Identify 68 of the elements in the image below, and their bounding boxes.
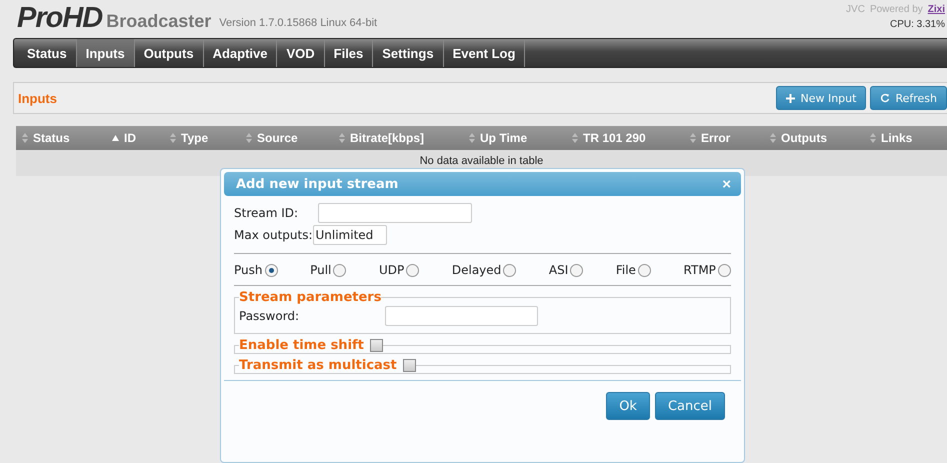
field-label: Password: <box>239 309 300 323</box>
new-input-button[interactable]: New Input <box>776 86 866 110</box>
nav-tab[interactable]: Inputs <box>76 39 135 67</box>
nav-tab[interactable]: Outputs <box>134 39 204 67</box>
radio-button[interactable] <box>406 264 420 276</box>
close-button[interactable]: × <box>722 176 731 192</box>
sort-ascending-icon[interactable] <box>112 135 119 141</box>
radio-button[interactable] <box>264 264 278 276</box>
nav-tab[interactable]: Adaptive <box>204 39 278 67</box>
column-header[interactable]: Links <box>881 131 912 145</box>
nav-tab[interactable]: Event Log <box>444 39 526 67</box>
column-header[interactable]: TR 101 290 <box>583 131 646 145</box>
refresh-button[interactable]: Refresh <box>870 86 947 110</box>
group-legend: Stream parameters <box>239 290 382 305</box>
cpu-usage: CPU: 3.31% <box>890 19 945 30</box>
radio-label: Push <box>234 263 262 277</box>
ok-button[interactable]: Ok <box>606 392 650 420</box>
nav-tab[interactable]: Settings <box>373 39 444 67</box>
radio-button[interactable] <box>570 264 584 276</box>
column-header[interactable]: Bitrate[kbps] <box>350 131 424 145</box>
dialog-title: Add new input stream <box>236 176 398 192</box>
sort-icon[interactable] <box>770 133 776 143</box>
group-legend: Transmit as multicast <box>239 358 397 373</box>
sort-icon[interactable] <box>870 133 876 143</box>
radio-button[interactable] <box>503 264 516 276</box>
nav-tab[interactable]: VOD <box>277 39 325 67</box>
column-header[interactable]: Status <box>33 131 70 145</box>
version-text: Version 1.7.0.15868 Linux 64-bit <box>219 16 378 31</box>
password-field[interactable] <box>385 306 538 326</box>
product-name: Broadcaster <box>106 10 212 32</box>
column-header[interactable]: Up Time <box>480 131 528 145</box>
sort-icon[interactable] <box>339 133 345 143</box>
radio-label: UDP <box>379 263 404 277</box>
field-label: Stream ID: <box>234 206 300 220</box>
radio-button[interactable] <box>718 264 731 276</box>
input-field[interactable] <box>318 203 472 223</box>
sort-icon[interactable] <box>469 133 475 143</box>
refresh-icon <box>880 93 890 103</box>
checkbox[interactable] <box>370 339 383 352</box>
nav-tab[interactable]: Files <box>324 39 374 67</box>
powered-by-text: Powered by <box>870 4 923 15</box>
radio-label: RTMP <box>684 263 716 277</box>
logo: ProHD <box>17 4 102 32</box>
sort-icon[interactable] <box>246 133 252 143</box>
brand-text: JVC <box>846 4 865 15</box>
checkbox[interactable] <box>402 359 416 372</box>
radio-label: ASI <box>548 263 568 277</box>
radio-label: File <box>616 263 636 277</box>
sort-icon[interactable] <box>690 133 696 143</box>
column-header[interactable]: ID <box>124 131 136 145</box>
panel-title: Inputs <box>18 90 57 106</box>
column-header[interactable]: Source <box>257 131 298 145</box>
column-header[interactable]: Type <box>181 131 208 145</box>
radio-label: Delayed <box>452 263 502 277</box>
sort-icon[interactable] <box>572 133 578 143</box>
cancel-button[interactable]: Cancel <box>654 392 725 420</box>
field-label: Max outputs: <box>234 228 312 242</box>
radio-label: Pull <box>310 263 332 277</box>
partner-link[interactable]: Zixi <box>928 4 945 15</box>
radio-button[interactable] <box>333 264 346 276</box>
plus-icon <box>786 94 796 102</box>
column-header[interactable]: Outputs <box>781 131 827 145</box>
input-field[interactable]: Unlimited <box>312 225 386 245</box>
group-legend: Enable time shift <box>239 338 364 353</box>
sort-icon[interactable] <box>170 133 176 143</box>
radio-button[interactable] <box>638 264 651 276</box>
sort-icon[interactable] <box>22 133 28 143</box>
column-header[interactable]: Error <box>701 131 730 145</box>
